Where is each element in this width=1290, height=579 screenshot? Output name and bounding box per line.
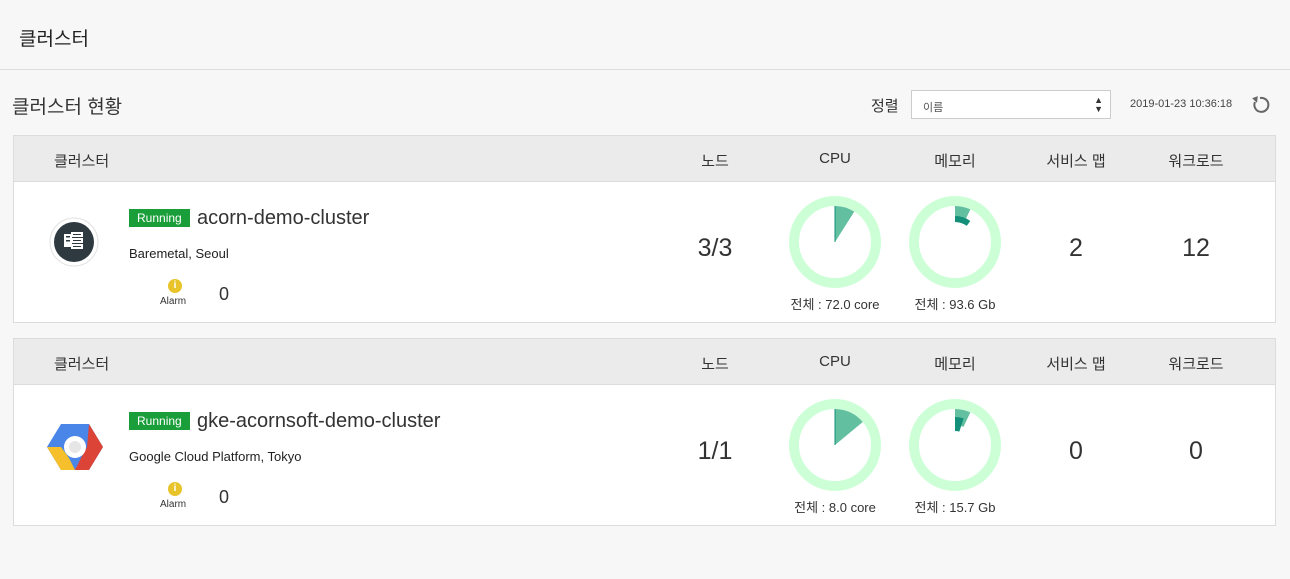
cluster-card[interactable]: 클러스터 노드 CPU 메모리 서비스 맵 워크로드 Running acorn… [13, 135, 1276, 323]
cluster-table-header: 클러스터 노드 CPU 메모리 서비스 맵 워크로드 [14, 339, 1275, 385]
refresh-icon [1252, 96, 1270, 113]
column-cluster: 클러스터 [54, 153, 110, 170]
memory-request-wedge [955, 216, 971, 226]
workload-count: 0 [1189, 437, 1203, 465]
cluster-card[interactable]: 클러스터 노드 CPU 메모리 서비스 맵 워크로드 Running gke-a… [13, 338, 1276, 526]
alarm-label: Alarm [160, 499, 187, 510]
page-title: 클러스터 [19, 29, 89, 50]
column-node: 노드 [701, 153, 729, 170]
cpu-usage-donut [789, 399, 881, 491]
column-cpu: CPU [819, 353, 851, 370]
cpu-used-wedge [835, 206, 855, 242]
cpu-total-label: 전체 : 8.0 core [794, 500, 876, 515]
sort-select[interactable]: 이름 ▲ ▼ [911, 90, 1111, 119]
baremetal-server-icon [49, 217, 99, 267]
column-cluster: 클러스터 [54, 356, 110, 373]
page-header: 클러스터 [0, 0, 1290, 70]
select-arrows-icon: ▲ ▼ [1094, 95, 1103, 114]
last-updated-timestamp: 2019-01-23 10:36:18 [1130, 98, 1233, 110]
column-cpu: CPU [819, 150, 851, 167]
column-service-map: 서비스 맵 [1046, 356, 1106, 373]
sort-select-value: 이름 [923, 102, 944, 114]
memory-total-label: 전체 : 15.7 Gb [914, 500, 996, 515]
alarm-info-icon[interactable]: i [168, 482, 182, 496]
service-map-count: 0 [1069, 437, 1083, 465]
section-title: 클러스터 현황 [12, 97, 123, 118]
cluster-location: Baremetal, Seoul [129, 246, 229, 261]
cluster-name-link[interactable]: acorn-demo-cluster [197, 207, 369, 230]
node-count: 3/3 [697, 234, 733, 262]
cluster-location: Google Cloud Platform, Tokyo [129, 449, 302, 464]
column-memory: 메모리 [934, 356, 976, 373]
alarm-label: Alarm [160, 296, 187, 307]
cluster-row[interactable]: Running gke-acornsoft-demo-cluster Googl… [14, 385, 1275, 525]
alarm-info-icon[interactable]: i [168, 279, 182, 293]
cpu-usage-donut [789, 196, 881, 288]
service-map-count: 2 [1069, 234, 1083, 262]
column-memory: 메모리 [934, 153, 976, 170]
google-cloud-platform-icon [47, 424, 103, 470]
alarm-count: 0 [219, 487, 230, 507]
memory-usage-donut [909, 399, 1001, 491]
status-badge: Running [129, 412, 190, 430]
workload-count: 12 [1182, 234, 1210, 262]
column-node: 노드 [701, 356, 729, 373]
cpu-total-label: 전체 : 72.0 core [790, 297, 880, 312]
memory-total-label: 전체 : 93.6 Gb [914, 297, 996, 312]
cluster-table-header: 클러스터 노드 CPU 메모리 서비스 맵 워크로드 [14, 136, 1275, 182]
cluster-row[interactable]: Running acorn-demo-cluster Baremetal, Se… [14, 182, 1275, 322]
refresh-button[interactable] [1249, 94, 1271, 116]
cluster-name-link[interactable]: gke-acornsoft-demo-cluster [197, 410, 440, 433]
column-workload: 워크로드 [1168, 153, 1224, 170]
column-service-map: 서비스 맵 [1046, 153, 1106, 170]
column-workload: 워크로드 [1168, 356, 1224, 373]
memory-usage-donut [909, 196, 1001, 288]
node-count: 1/1 [697, 437, 733, 465]
sort-label: 정렬 [871, 98, 899, 115]
alarm-count: 0 [219, 284, 230, 304]
status-badge: Running [129, 209, 190, 227]
